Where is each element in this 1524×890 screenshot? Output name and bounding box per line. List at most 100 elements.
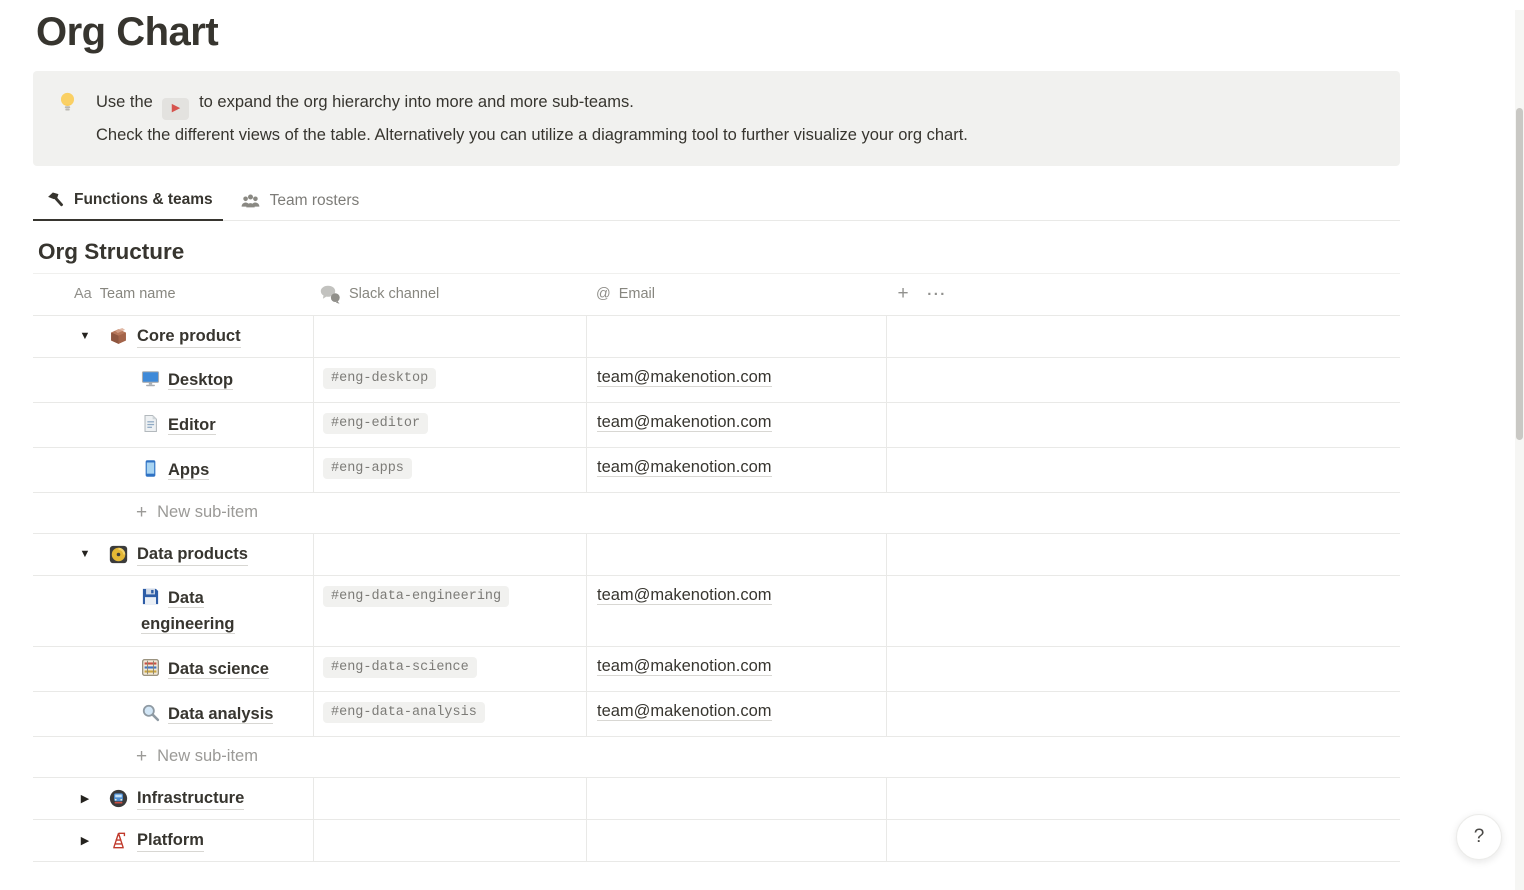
team-name-link[interactable]: Core product [137, 325, 241, 348]
team-name-cell[interactable]: ▼ Data products [33, 534, 313, 575]
tab-team-rosters[interactable]: Team rosters [227, 185, 370, 220]
tab-functions-and-teams[interactable]: Functions & teams [33, 184, 223, 221]
collapse-toggle-icon[interactable]: ▼ [74, 330, 96, 342]
email-link[interactable]: team@makenotion.com [597, 413, 772, 432]
empty-cell[interactable] [886, 534, 1400, 575]
email-cell[interactable]: team@makenotion.com [586, 448, 886, 492]
plus-icon: + [136, 502, 147, 524]
table-row: Data analysis #eng-data-analysis team@make… [33, 692, 1400, 737]
team-name-cell[interactable]: Data engineering [33, 576, 313, 646]
slack-channel-cell[interactable]: #eng-data-analysis [313, 692, 586, 736]
email-cell[interactable]: team@makenotion.com [586, 403, 886, 447]
empty-cell[interactable] [886, 316, 1400, 357]
empty-cell[interactable] [886, 778, 1400, 819]
team-name-cell[interactable]: ▶ Infrastructure [33, 778, 313, 819]
column-header-email[interactable]: @ Email [586, 286, 886, 302]
expand-toggle-icon[interactable]: ▶ [74, 792, 96, 805]
team-name-wrapper: Data analysis [141, 705, 273, 723]
team-name-link[interactable]: Apps [168, 461, 209, 480]
empty-cell[interactable] [886, 576, 1400, 646]
slack-channel-cell[interactable]: #eng-apps [313, 448, 586, 492]
team-name-cell[interactable]: Data analysis [33, 692, 313, 736]
email-link[interactable]: team@makenotion.com [597, 657, 772, 676]
team-name-link[interactable]: Data products [137, 543, 248, 566]
team-name-link[interactable]: Data analysis [168, 705, 273, 724]
slack-channel-tag[interactable]: #eng-data-science [323, 657, 477, 678]
lightbulb-icon [57, 91, 78, 150]
email-cell[interactable] [586, 820, 886, 861]
slack-channel-tag[interactable]: #eng-desktop [323, 368, 436, 389]
slack-channel-tag[interactable]: #eng-data-engineering [323, 586, 509, 607]
email-cell[interactable]: team@makenotion.com [586, 692, 886, 736]
team-name-link[interactable]: Editor [168, 416, 216, 435]
empty-cell[interactable] [886, 692, 1400, 736]
table-more-button[interactable]: ··· [920, 286, 954, 303]
metro-icon [109, 789, 128, 808]
table-body: ▼ Core product Desktop #eng-desktop team@mak… [33, 316, 1400, 862]
team-name-cell[interactable]: ▼ Core product [33, 316, 313, 357]
slack-channel-cell[interactable] [313, 820, 586, 861]
email-cell[interactable] [586, 534, 886, 575]
slack-channel-cell[interactable] [313, 316, 586, 357]
slack-channel-tag[interactable]: #eng-editor [323, 413, 428, 434]
empty-cell[interactable] [886, 403, 1400, 447]
empty-cell[interactable] [886, 647, 1400, 691]
empty-cell[interactable] [886, 448, 1400, 492]
slack-channel-cell[interactable] [313, 778, 586, 819]
team-name-cell[interactable]: ▶ Platform [33, 820, 313, 861]
slack-channel-tag[interactable]: #eng-data-analysis [323, 702, 485, 723]
gold-disc-icon [109, 545, 128, 564]
help-button[interactable]: ? [1456, 814, 1502, 860]
view-tabs: Functions & teams Team rosters [33, 184, 1400, 221]
email-cell[interactable] [586, 778, 886, 819]
email-link[interactable]: team@makenotion.com [597, 586, 772, 605]
team-name-link[interactable]: Data science [168, 660, 269, 679]
table-row: Data engineering #eng-data-engineering tea… [33, 576, 1400, 647]
plus-icon: + [136, 746, 147, 768]
team-name-cell[interactable]: Apps [33, 448, 313, 492]
scrollbar-thumb[interactable] [1516, 108, 1523, 440]
team-name-cell[interactable]: Editor [33, 403, 313, 447]
vertical-scrollbar[interactable] [1515, 10, 1524, 890]
team-name-link[interactable]: Desktop [168, 371, 233, 390]
email-cell[interactable] [586, 316, 886, 357]
email-cell[interactable]: team@makenotion.com [586, 576, 886, 646]
document-icon [141, 414, 160, 433]
email-link[interactable]: team@makenotion.com [597, 368, 772, 387]
slack-channel-cell[interactable]: #eng-desktop [313, 358, 586, 402]
email-link[interactable]: team@makenotion.com [597, 458, 772, 477]
play-triangle-icon: ▶ [162, 98, 189, 120]
column-label: Email [619, 286, 655, 302]
slack-channel-cell[interactable] [313, 534, 586, 575]
column-header-slack-channel[interactable]: Slack channel [313, 285, 586, 304]
team-name-link[interactable]: Infrastructure [137, 787, 244, 810]
tab-label: Functions & teams [74, 191, 213, 209]
table-row: ▶ Platform [33, 820, 1400, 862]
table-row: Editor #eng-editor team@makenotion.com [33, 403, 1400, 448]
slack-channel-tag[interactable]: #eng-apps [323, 458, 412, 479]
slack-channel-cell[interactable]: #eng-editor [313, 403, 586, 447]
team-name-wrapper: Editor [141, 416, 216, 434]
email-cell[interactable]: team@makenotion.com [586, 358, 886, 402]
collapse-toggle-icon[interactable]: ▼ [74, 548, 96, 560]
chat-bubbles-icon [320, 285, 341, 304]
email-cell[interactable]: team@makenotion.com [586, 647, 886, 691]
empty-cell[interactable] [886, 358, 1400, 402]
slack-channel-cell[interactable]: #eng-data-engineering [313, 576, 586, 646]
team-name-cell[interactable]: Data science [33, 647, 313, 691]
table-row: ▼ Core product [33, 316, 1400, 358]
team-name-wrapper: Data engineering [141, 585, 293, 637]
team-name-link[interactable]: Platform [137, 829, 204, 852]
column-header-team-name[interactable]: Aa Team name [33, 286, 313, 302]
email-link[interactable]: team@makenotion.com [597, 702, 772, 721]
slack-channel-cell[interactable]: #eng-data-science [313, 647, 586, 691]
section-title: Org Structure [38, 239, 1524, 265]
new-sub-item-row[interactable]: +New sub-item [33, 737, 1400, 778]
new-sub-item-row[interactable]: + New sub-item [33, 493, 1400, 534]
new-sub-item-label: New sub-item [157, 503, 258, 522]
add-column-button[interactable]: + [886, 283, 920, 305]
team-name-cell[interactable]: Desktop [33, 358, 313, 402]
crane-icon [109, 831, 128, 850]
empty-cell[interactable] [886, 820, 1400, 861]
expand-toggle-icon[interactable]: ▶ [74, 834, 96, 847]
